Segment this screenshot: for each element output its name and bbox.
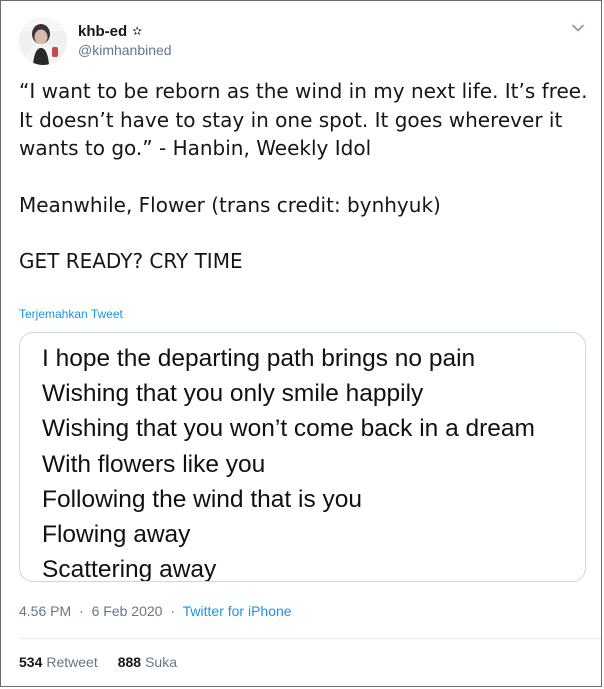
tweet-time[interactable]: 4.56 PM: [19, 603, 71, 619]
lyric-line: Following the wind that is you: [42, 485, 363, 513]
meta-separator: ·: [170, 603, 175, 619]
lyric-line: I hope the departing path brings no pain: [42, 345, 476, 372]
retweets-stat[interactable]: 534 Retweet: [19, 654, 98, 670]
tweet-meta: 4.56 PM · 6 Feb 2020 · Twitter for iPhon…: [19, 603, 292, 619]
like-label: Suka: [145, 654, 177, 670]
lyric-line: Flowing away: [42, 521, 191, 549]
avatar[interactable]: [19, 17, 67, 65]
meta-separator: ·: [79, 603, 84, 619]
lyric-line: Wishing that you only smile happily: [42, 380, 424, 408]
tweet-stats: 534 Retweet 888 Suka: [19, 654, 177, 670]
tweet-source-link[interactable]: Twitter for iPhone: [183, 603, 292, 619]
retweet-label: Retweet: [46, 654, 98, 670]
like-count: 888: [117, 654, 142, 670]
tweet-text: “I want to be reborn as the wind in my n…: [19, 77, 589, 276]
lyric-line: Wishing that you won’t come back in a dr…: [42, 415, 535, 443]
tweet-paragraph: GET READY? CRY TIME: [19, 249, 243, 273]
tweet-paragraph: “I want to be reborn as the wind in my n…: [19, 79, 588, 160]
chevron-down-icon[interactable]: [569, 19, 587, 37]
lyric-line: With flowers like you: [42, 450, 266, 478]
star-icon: ✫: [132, 24, 143, 38]
tweet-date[interactable]: 6 Feb 2020: [92, 603, 163, 619]
avatar-image: [19, 17, 67, 65]
chevron-down-icon-svg: [572, 24, 584, 32]
retweet-count: 534: [19, 654, 43, 670]
tweet-paragraph: Meanwhile, Flower (trans credit: bynhyuk…: [19, 192, 441, 217]
translate-tweet-link[interactable]: Terjemahkan Tweet: [19, 307, 123, 321]
tweet-header: khb-ed ✫ @kimhanbined: [19, 17, 172, 65]
likes-stat[interactable]: 888 Suka: [118, 654, 177, 670]
media-image[interactable]: I hope the departing path brings no pain…: [19, 332, 586, 582]
author-names: khb-ed ✫ @kimhanbined: [78, 22, 172, 59]
handle[interactable]: @kimhanbined: [78, 41, 172, 59]
display-name-row[interactable]: khb-ed ✫: [78, 22, 172, 41]
divider: [19, 638, 601, 639]
display-name[interactable]: khb-ed: [78, 22, 127, 41]
tweet-card: khb-ed ✫ @kimhanbined “I want to be rebo…: [0, 0, 602, 687]
lyrics-text: I hope the departing path brings no pain…: [42, 341, 535, 582]
lyric-line: Scattering away: [42, 556, 217, 582]
